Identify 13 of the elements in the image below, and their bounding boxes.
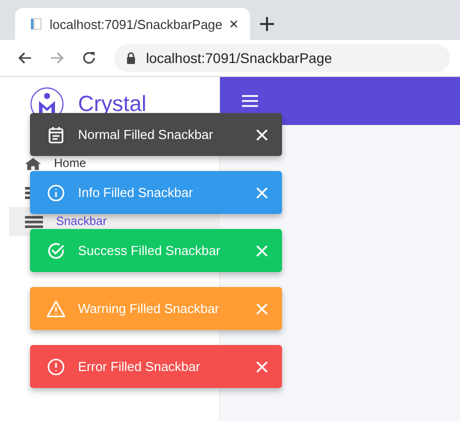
- tab-title: localhost:7091/SnackbarPage: [50, 16, 222, 32]
- address-bar[interactable]: localhost:7091/SnackbarPage: [114, 44, 450, 72]
- nav-label: Snackbar: [56, 215, 107, 228]
- brand-name: Crystal: [78, 91, 146, 117]
- nav-label: Home: [54, 157, 86, 170]
- nav-item[interactable]: Home: [9, 149, 219, 178]
- snackbar-message: Warning Filled Snackbar: [78, 301, 220, 316]
- snackbar-message: Info Filled Snackbar: [78, 185, 194, 200]
- browser-tab[interactable]: localhost:7091/SnackbarPage: [15, 8, 250, 40]
- snackbar-message: Success Filled Snackbar: [78, 243, 222, 258]
- url-text: localhost:7091/SnackbarPage: [146, 50, 332, 66]
- snackbar-message: Normal Filled Snackbar: [78, 127, 214, 142]
- snackbar-message: Error Filled Snackbar: [78, 359, 202, 374]
